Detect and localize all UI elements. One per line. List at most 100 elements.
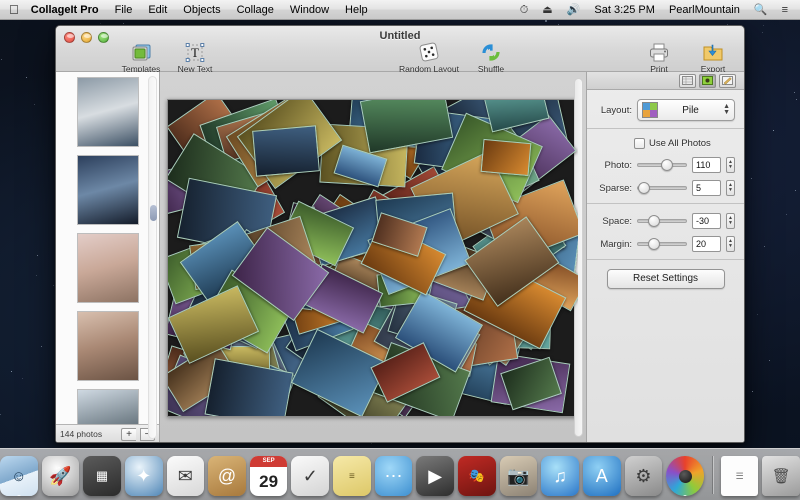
dice-icon [417,42,441,63]
thumbnail-list[interactable] [56,72,159,424]
export-button[interactable]: Export [690,42,736,74]
photo-slider[interactable] [637,158,687,172]
dock-item-messages[interactable]: ⋯ [375,456,413,496]
svg-text:T: T [191,45,199,60]
menu-bar-clock[interactable]: Sat 3:25 PM [588,0,661,20]
collage-photo[interactable] [480,139,531,176]
thumbnail-caption [80,375,136,379]
thumbnail-pink-sky-field[interactable] [77,233,139,303]
dock-item-contacts[interactable]: @ [208,456,246,496]
thumbnail-ice-cracks[interactable] [77,77,139,147]
add-photos-button[interactable]: + [121,428,136,441]
dock-item-calendar[interactable]: SEP 29 [250,456,288,496]
dock-item-notes[interactable]: ≡ [333,456,371,496]
thumbnail-moonlit-beach[interactable] [77,155,139,225]
dock-item-mail[interactable]: ✉ [167,456,205,496]
window-title: Untitled [56,30,744,42]
space-slider-row: Space: -30 ▲▼ [596,213,735,229]
sparse-stepper[interactable]: ▲▼ [726,180,735,196]
sparse-slider-knob[interactable] [638,182,650,194]
layout-section: Layout: Pile ▲▼ [587,90,744,129]
dock-item-system-preferences[interactable]: ⚙ [625,456,663,496]
dock-item-reminders[interactable]: ✓ [291,456,329,496]
menu-item-help[interactable]: Help [337,0,376,20]
edit-tab[interactable] [719,74,736,88]
spacing-section: Space: -30 ▲▼ Margin: [587,204,744,260]
thumbnail-horses-on-beach[interactable] [77,311,139,381]
use-all-photos-row[interactable]: Use All Photos [634,138,735,149]
menu-item-edit[interactable]: Edit [140,0,175,20]
dock-item-photo-booth[interactable]: 🎭 [458,456,496,496]
window-titlebar[interactable]: Untitled Templates [56,26,744,72]
layout-dropdown[interactable]: Pile ▲▼ [637,99,735,121]
layout-tab[interactable] [679,74,696,88]
menu-bar-user[interactable]: PearlMountain [663,0,746,20]
photo-stepper[interactable]: ▲▼ [726,157,735,173]
photo-tab[interactable] [699,74,716,88]
toolbar-center-group: Random Layout Shuffle [398,42,514,74]
reset-settings-button[interactable]: Reset Settings [607,269,725,289]
photo-count-label: 144 photos [60,429,117,439]
sparse-slider-row: Sparse: 5 ▲▼ [596,180,735,196]
menu-bar-status-area: ⏱ ⏏ 🔊 Sat 3:25 PM PearlMountain 🔍 ≡ [514,0,800,20]
margin-slider[interactable] [637,237,687,251]
print-button[interactable]: Print [636,42,682,74]
photo-sidebar: 144 photos + − [56,72,160,443]
inspector-panel: Layout: Pile ▲▼ [586,72,744,443]
photo-slider-knob[interactable] [661,159,673,171]
photo-label: Photo: [596,160,632,171]
dock-item-trash[interactable]: 🗑 [762,456,800,496]
dock-item-document-stack[interactable]: ☰ [721,456,759,496]
thumbnail-coastal-sunset[interactable] [77,389,139,424]
dock-item-launchpad[interactable]: 🚀 [42,456,80,496]
volume-icon[interactable]: 🔊 [561,0,587,20]
space-slider[interactable] [637,214,687,228]
dock-item-iphoto[interactable]: 📷 [500,456,538,496]
apple-menu-icon[interactable]:  [0,3,29,16]
sparse-slider[interactable] [637,181,687,195]
collage-photo[interactable] [252,126,320,178]
dock-item-mission-control[interactable]: ▦ [83,456,121,496]
canvas-area[interactable] [160,72,586,443]
dock-item-itunes[interactable]: ♫ [541,456,579,496]
margin-stepper[interactable]: ▲▼ [726,236,735,252]
sidebar-scrollbar[interactable] [148,76,157,439]
running-indicator [17,495,21,496]
collage-canvas[interactable] [167,99,579,417]
sparse-value[interactable]: 5 [692,180,721,196]
thumbnail-caption [80,141,136,145]
dock-item-facetime[interactable]: ▶ [416,456,454,496]
new-text-button[interactable]: T New Text [172,42,218,74]
margin-value[interactable]: 20 [692,236,721,252]
shuffle-button[interactable]: Shuffle [468,42,514,74]
space-slider-knob[interactable] [648,215,660,227]
space-label: Space: [596,216,632,227]
templates-button[interactable]: Templates [118,42,164,74]
space-value[interactable]: -30 [692,213,721,229]
eject-icon[interactable]: ⏏ [536,0,558,20]
photo-value[interactable]: 110 [692,157,721,173]
dock-item-collageit-pro[interactable] [666,456,704,496]
dock: ☺🚀▦✦✉@ SEP 29✓≡⋯▶🎭📷♫A⚙ ☰🗑 [0,448,800,500]
menu-app-name[interactable]: CollageIt Pro [29,0,107,20]
desktop:  CollageIt Pro File Edit Objects Collag… [0,0,800,500]
sidebar-scrollbar-thumb[interactable] [150,205,157,221]
menu-item-collage[interactable]: Collage [229,0,282,20]
layout-value: Pile [658,105,723,116]
menu-item-objects[interactable]: Objects [175,0,228,20]
spotlight-search-icon[interactable]: 🔍 [748,0,774,20]
notification-center-icon[interactable]: ≡ [776,0,794,20]
dock-item-app-store[interactable]: A [583,456,621,496]
use-all-photos-checkbox[interactable] [634,138,645,149]
timemachine-icon[interactable]: ⏱ [514,0,535,20]
margin-slider-row: Margin: 20 ▲▼ [596,236,735,252]
menu-item-file[interactable]: File [107,0,141,20]
space-slider-track [637,219,687,223]
space-stepper[interactable]: ▲▼ [726,213,735,229]
dock-item-safari[interactable]: ✦ [125,456,163,496]
dock-item-finder[interactable]: ☺ [0,456,38,496]
margin-slider-knob[interactable] [648,238,660,250]
random-layout-button[interactable]: Random Layout [398,42,460,74]
menu-item-window[interactable]: Window [282,0,337,20]
collageit-window: Untitled Templates [55,25,745,443]
